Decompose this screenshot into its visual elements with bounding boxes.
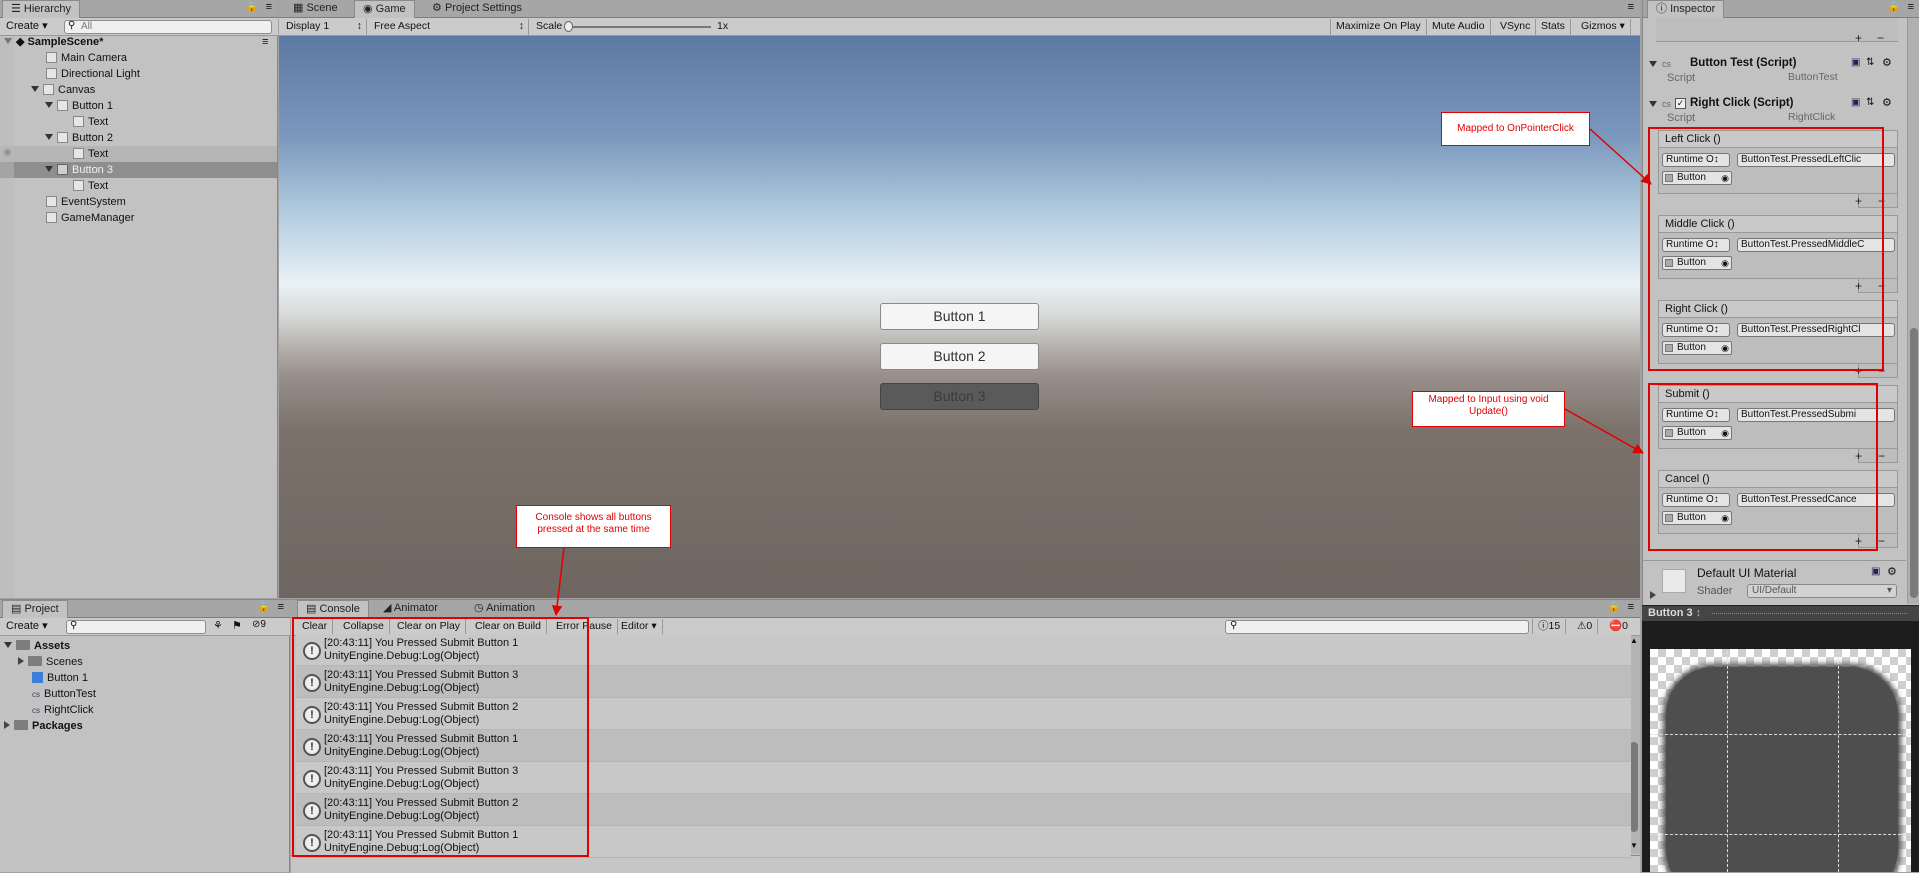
annotation-arrow bbox=[1589, 128, 1652, 185]
annotation-arrow bbox=[1564, 408, 1644, 454]
annotation-arrow bbox=[551, 547, 565, 617]
annotation-arrows bbox=[551, 128, 1652, 617]
